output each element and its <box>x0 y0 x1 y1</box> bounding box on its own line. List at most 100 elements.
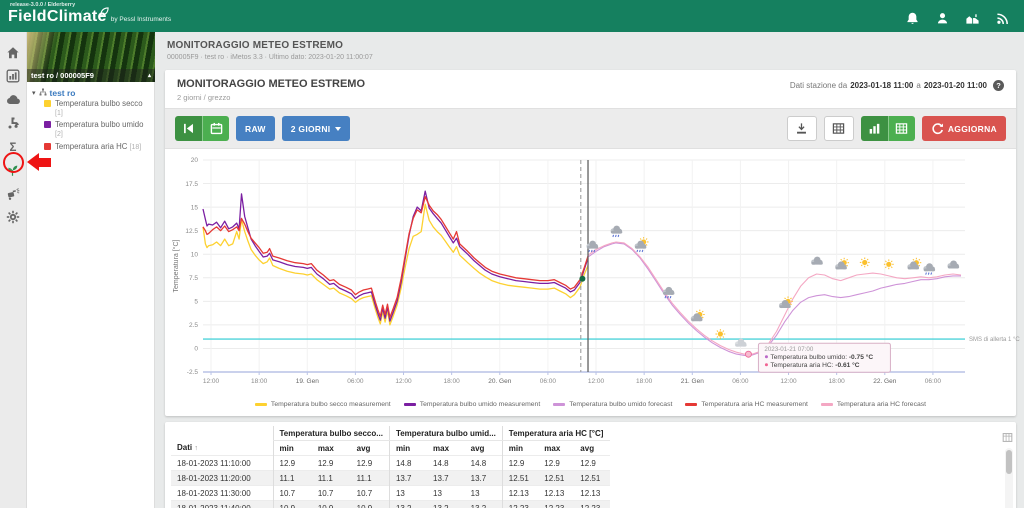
rail-item-disease-models[interactable] <box>0 159 27 183</box>
weather-cloud-icon <box>734 338 747 347</box>
table-subcol-header[interactable]: max <box>427 441 465 456</box>
sensor-tree-root[interactable]: ▾ test ro <box>32 88 150 98</box>
rail-item-accumulator[interactable]: Σ <box>0 135 27 159</box>
calendar-button[interactable] <box>202 116 229 141</box>
legend-item[interactable]: Temperatura bulbo umido measurement <box>403 401 540 408</box>
sensor-item[interactable]: Temperatura aria HC [18] <box>32 141 150 154</box>
main-content: MONITORAGGIO METEO ESTREMO 000005F9 · te… <box>155 32 1024 508</box>
row-value: 13.2 <box>470 503 487 508</box>
left-nav-rail: Σ <box>0 32 27 508</box>
sensor-count: [18] <box>129 143 142 151</box>
row-value: 14.8 <box>433 458 449 468</box>
table-group-header: Temperatura bulbo secco... <box>272 426 390 441</box>
row-value: 10.9 <box>317 503 334 508</box>
svg-text:10: 10 <box>191 251 199 258</box>
svg-text:5: 5 <box>194 299 198 306</box>
legend-item[interactable]: Temperatura aria HC forecast <box>820 401 926 408</box>
table-row: 18-01-2023 11:20:00 11.1 11.1 11.1 13.7 13.7 1… <box>171 470 611 486</box>
legend-item[interactable]: Temperatura bulbo umido forecast <box>553 401 672 408</box>
skip-to-start-button[interactable] <box>175 116 202 141</box>
page-subtitle: 000005F9 · test ro · iMetos 3.3 · Ultimo… <box>167 54 373 61</box>
weather-sun-cloud-icon <box>634 237 649 253</box>
row-value: 12.9 <box>501 455 539 471</box>
row-value: 12.23 <box>501 500 539 508</box>
table-row: 18-01-2023 11:30:00 10.7 10.7 10.7 13 13 13 12.… <box>171 485 611 501</box>
table-subcol-header[interactable]: min <box>388 440 428 456</box>
row-value: 13 <box>433 488 442 498</box>
rail-item-station-data[interactable] <box>0 65 27 89</box>
download-button[interactable] <box>786 116 817 141</box>
grid-view-button[interactable] <box>887 116 915 141</box>
caret-down-icon <box>335 126 342 131</box>
table-subcol-header[interactable]: avg <box>465 441 503 456</box>
sensor-label: Temperatura bulbo secco [1] <box>55 99 143 117</box>
station-photo[interactable]: test ro / 000005F9 ▴ <box>27 32 155 82</box>
chart-area[interactable]: -2.5 0 2.5 5 7.5 10 12.5 15 17.5 20 12:00 18:00 19. … <box>165 149 1020 398</box>
svg-text:18:00: 18:00 <box>444 378 461 385</box>
svg-text:22. Gen: 22. Gen <box>873 378 897 385</box>
period-dropdown-button[interactable]: 2 GIORNI <box>281 116 351 141</box>
rail-item-weather-forecast[interactable] <box>0 88 27 112</box>
table-date-header[interactable]: Dati ↑ <box>171 441 273 456</box>
connectivity-icon[interactable] <box>995 11 1010 26</box>
sensor-count: [2] <box>55 130 63 138</box>
table-subcol-header[interactable]: max <box>312 441 351 456</box>
table-scrollbar[interactable] <box>1005 448 1013 508</box>
table-subcol-header[interactable]: avg <box>351 441 390 456</box>
legend-item[interactable]: Temperatura bulbo secco measurement <box>254 401 391 408</box>
table-subcol-header[interactable]: min <box>272 440 312 456</box>
weather-cloud-icon <box>811 256 823 265</box>
fieldclimate-logo[interactable]: FieldClimate <box>8 6 109 25</box>
row-value: 13.2 <box>388 500 428 508</box>
notifications-icon[interactable] <box>905 11 920 26</box>
stations-icon[interactable] <box>965 11 980 26</box>
row-date: 18-01-2023 11:40:00 <box>177 503 251 508</box>
tree-caret-icon[interactable]: ▾ <box>32 89 36 97</box>
rail-item-settings[interactable] <box>0 206 27 230</box>
row-value: 12.13 <box>501 485 539 501</box>
table-subcol-header[interactable]: min <box>501 440 539 456</box>
table-scrollbar-thumb[interactable] <box>1006 450 1012 474</box>
table-view-button[interactable] <box>823 116 854 141</box>
refresh-button[interactable]: AGGIORNA <box>921 116 1006 141</box>
rail-item-home[interactable] <box>0 41 27 65</box>
row-value: 12.9 <box>317 458 334 468</box>
row-date: 18-01-2023 11:10:00 <box>177 458 251 468</box>
row-value: 11.1 <box>272 470 312 486</box>
row-value: 13.7 <box>433 473 449 483</box>
sms-alert-label: SMS di allerta 1 °C <box>969 337 1020 343</box>
row-date: 18-01-2023 11:20:00 <box>177 473 251 483</box>
weather-cloud-icon <box>610 225 623 238</box>
data-table: Temperatura bulbo secco... Temperatura bu… <box>171 426 611 508</box>
help-icon[interactable]: ? <box>993 80 1004 91</box>
legend-label: Temperatura bulbo secco measurement <box>270 401 391 408</box>
series-line-3 <box>202 196 589 319</box>
data-table-card: Temperatura bulbo secco... Temperatura bu… <box>165 422 1016 508</box>
user-icon[interactable] <box>935 11 950 26</box>
station-caption-label: test ro / 000005F9 <box>31 71 94 80</box>
station-panel: test ro / 000005F9 ▴ ▾ test ro Temperatur… <box>27 32 155 508</box>
svg-text:17.5: 17.5 <box>185 181 198 188</box>
chart-view-button[interactable] <box>860 116 888 141</box>
row-value: 13 <box>470 488 480 498</box>
rail-item-irrigation[interactable] <box>0 112 27 136</box>
svg-text:18:00: 18:00 <box>636 378 653 385</box>
card-title: MONITORAGGIO METEO ESTREMO <box>177 78 366 90</box>
row-value: 13.7 <box>470 473 487 483</box>
legend-label: Temperatura bulbo umido forecast <box>569 401 673 408</box>
table-subcol-header[interactable]: avg <box>574 441 610 456</box>
row-value: 12.51 <box>501 470 539 486</box>
sensor-item[interactable]: Temperatura bulbo secco [1] <box>32 98 150 119</box>
row-value: 12.13 <box>580 488 601 498</box>
raw-resolution-button[interactable]: RAW <box>236 116 275 141</box>
rail-item-machinery[interactable] <box>0 182 27 206</box>
row-value: 10.9 <box>356 503 373 508</box>
table-subcol-header[interactable]: max <box>538 441 574 456</box>
row-value: 13.2 <box>433 503 449 508</box>
legend-item[interactable]: Temperatura aria HC measurement <box>685 401 808 408</box>
sensor-item[interactable]: Temperatura bulbo umido [2] <box>32 119 150 140</box>
row-value: 10.7 <box>356 488 373 498</box>
tooltip-dot <box>744 350 752 358</box>
collapse-chevron-icon[interactable]: ▴ <box>148 72 151 79</box>
table-columns-button[interactable] <box>1002 432 1013 443</box>
